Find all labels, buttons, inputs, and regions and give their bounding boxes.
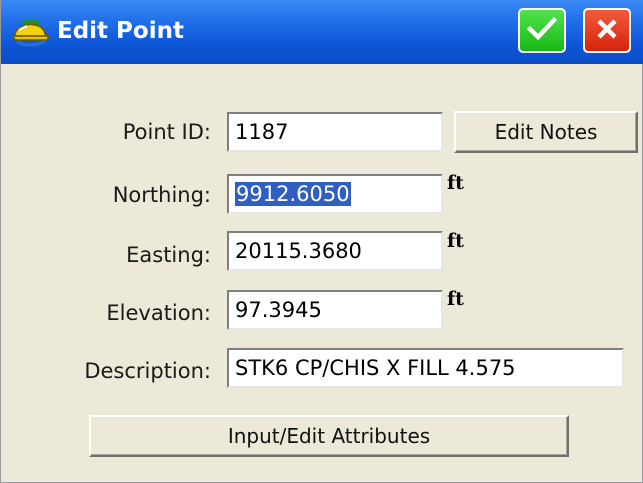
elevation-unit: ft bbox=[447, 288, 464, 310]
hardhat-icon bbox=[11, 14, 51, 48]
window-title: Edit Point bbox=[57, 18, 184, 44]
title-bar: Edit Point bbox=[1, 0, 643, 64]
checkmark-icon bbox=[526, 16, 558, 46]
easting-value: 20115.3680 bbox=[235, 239, 362, 263]
ok-button[interactable] bbox=[518, 8, 566, 53]
description-value: STK6 CP/CHIS X FILL 4.575 bbox=[235, 356, 516, 380]
close-button[interactable] bbox=[583, 8, 631, 53]
edit-point-window: Edit Point Point ID: 1187 Edit Notes Nor… bbox=[0, 0, 643, 483]
northing-value: 9912.6050 bbox=[235, 182, 351, 206]
point-id-field[interactable]: 1187 bbox=[227, 112, 443, 152]
point-id-label: Point ID: bbox=[122, 120, 211, 144]
close-icon bbox=[594, 16, 620, 46]
elevation-value: 97.3945 bbox=[235, 298, 322, 322]
description-label: Description: bbox=[84, 359, 211, 383]
easting-label: Easting: bbox=[126, 243, 211, 267]
point-id-value: 1187 bbox=[235, 120, 289, 144]
northing-field[interactable]: 9912.6050 bbox=[227, 174, 443, 214]
edit-notes-button[interactable]: Edit Notes bbox=[454, 111, 638, 153]
easting-unit: ft bbox=[447, 230, 464, 252]
description-field[interactable]: STK6 CP/CHIS X FILL 4.575 bbox=[227, 348, 624, 388]
elevation-label: Elevation: bbox=[106, 301, 211, 325]
elevation-field[interactable]: 97.3945 bbox=[227, 290, 443, 330]
easting-field[interactable]: 20115.3680 bbox=[227, 231, 443, 271]
northing-label: Northing: bbox=[112, 183, 211, 207]
northing-unit: ft bbox=[447, 172, 464, 194]
input-edit-attributes-button[interactable]: Input/Edit Attributes bbox=[89, 415, 569, 457]
